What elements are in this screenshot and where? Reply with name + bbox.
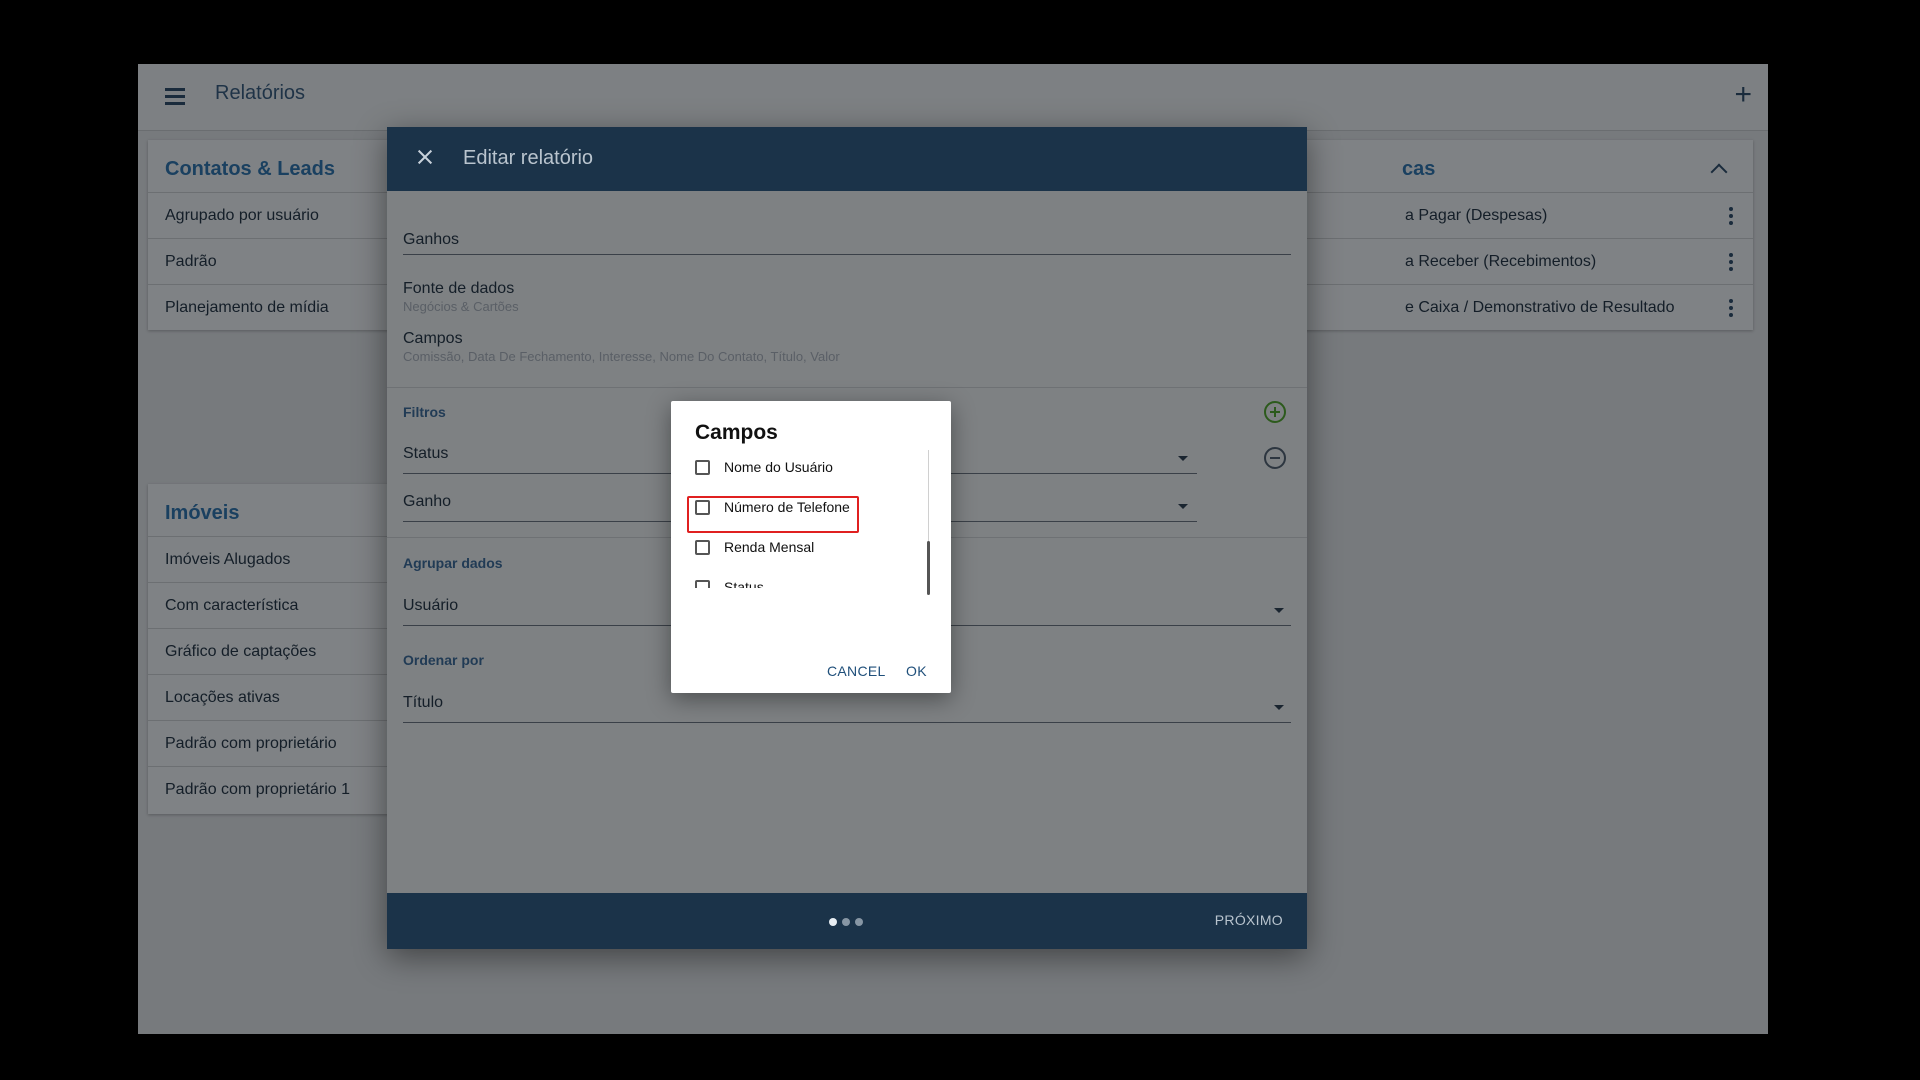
scrollbar-thumb[interactable]: [927, 541, 930, 595]
card-title: cas: [1402, 158, 1436, 180]
field-option-label: Status: [724, 579, 764, 588]
filter-value-select[interactable]: Ganho: [403, 493, 451, 511]
filter-field-select[interactable]: Status: [403, 445, 448, 463]
checkbox[interactable]: [695, 500, 710, 515]
order-heading: Ordenar por: [403, 652, 484, 668]
filters-heading: Filtros: [403, 404, 446, 420]
chevron-down-icon[interactable]: [1274, 705, 1284, 710]
step-indicator-dot: [842, 918, 850, 926]
group-heading: Agrupar dados: [403, 555, 503, 571]
ok-button[interactable]: OK: [906, 663, 927, 679]
step-indicator-dot: [855, 918, 863, 926]
data-source-label: Fonte de dados: [403, 280, 515, 297]
next-button[interactable]: PRÓXIMO: [1215, 912, 1283, 928]
chevron-down-icon[interactable]: [1178, 504, 1188, 509]
dialog-footer: PRÓXIMO: [387, 893, 1307, 949]
fields-picker-dialog: Campos Nome do Usuário Número de Telefon…: [671, 401, 951, 693]
app-title: Relatórios: [215, 82, 306, 104]
report-item[interactable]: a Pagar (Despesas): [1238, 192, 1753, 238]
order-by-select[interactable]: Título: [403, 694, 443, 712]
data-source-value: Negócios & Cartões: [403, 299, 519, 314]
fields-value: Comissão, Data De Fechamento, Interesse,…: [403, 349, 840, 364]
checkbox[interactable]: [695, 580, 710, 588]
dialog-title: Campos: [695, 421, 778, 444]
field-option-label: Número de Telefone: [724, 499, 850, 515]
report-item[interactable]: a Receber (Recebimentos): [1238, 238, 1753, 284]
fields-label: Campos: [403, 330, 463, 347]
dialog-title: Editar relatório: [463, 147, 594, 169]
remove-circle-icon[interactable]: [1264, 447, 1286, 469]
cancel-button[interactable]: CANCEL: [827, 663, 886, 679]
app-bar: Relatórios +: [138, 64, 1768, 131]
more-vert-icon[interactable]: [1729, 253, 1733, 271]
group-by-select[interactable]: Usuário: [403, 597, 458, 615]
checkbox[interactable]: [695, 460, 710, 475]
dialog-header: Editar relatório: [387, 127, 1307, 191]
fields-list[interactable]: Nome do Usuário Número de Telefone Renda…: [671, 450, 951, 588]
report-item[interactable]: e Caixa / Demonstrativo de Resultado: [1238, 284, 1753, 330]
card-title: Contatos & Leads: [165, 158, 336, 180]
field-option-label: Renda Mensal: [724, 539, 815, 555]
report-name-input[interactable]: Ganhos: [403, 231, 459, 249]
more-vert-icon[interactable]: [1729, 299, 1733, 317]
menu-icon[interactable]: [165, 84, 187, 110]
field-option-label: Nome do Usuário: [724, 459, 833, 475]
card-title: Imóveis: [165, 502, 240, 524]
report-item-label: e Caixa / Demonstrativo de Resultado: [1405, 299, 1675, 316]
chevron-up-icon[interactable]: [1710, 163, 1728, 181]
add-circle-icon[interactable]: [1264, 401, 1286, 423]
checkbox[interactable]: [695, 540, 710, 555]
close-icon[interactable]: [413, 145, 437, 169]
step-indicator-dot: [829, 918, 837, 926]
chevron-down-icon[interactable]: [1274, 608, 1284, 613]
add-report-icon[interactable]: +: [1734, 80, 1752, 110]
more-vert-icon[interactable]: [1729, 207, 1733, 225]
card-financas: cas a Pagar (Despesas) a Receber (Recebi…: [1238, 140, 1753, 330]
chevron-down-icon[interactable]: [1178, 456, 1188, 461]
